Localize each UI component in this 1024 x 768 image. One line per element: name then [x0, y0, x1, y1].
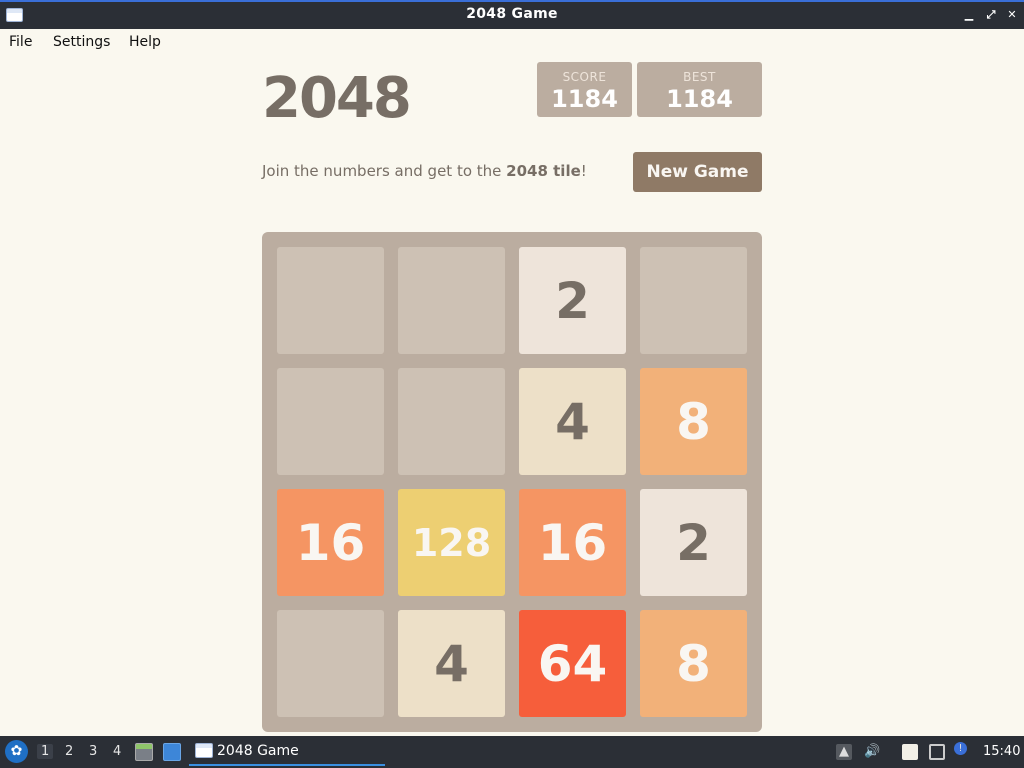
menu-bar: File Settings Help [0, 29, 1024, 57]
tile: 16 [277, 489, 384, 596]
maximize-icon[interactable]: ⤢ [984, 8, 998, 22]
start-menu-icon[interactable]: ✿ [5, 740, 28, 763]
intro-goal: 2048 tile [506, 162, 581, 180]
tile: 2 [640, 489, 747, 596]
tile: 8 [640, 368, 747, 475]
desktop-icon[interactable] [163, 743, 181, 761]
tile: 4 [398, 610, 505, 717]
workspace-1[interactable]: 1 [37, 744, 54, 759]
game-title: 2048 [262, 66, 412, 131]
score-label: SCORE [562, 70, 607, 84]
empty-cell [398, 247, 505, 354]
network-icon[interactable] [929, 744, 945, 760]
minimize-icon[interactable]: ▁ [962, 8, 976, 22]
tile: 64 [519, 610, 626, 717]
update-notification-icon[interactable]: ! [954, 742, 967, 755]
empty-cell [277, 610, 384, 717]
score-box: SCORE 1184 [537, 62, 632, 117]
empty-cell [277, 368, 384, 475]
tile: 16 [519, 489, 626, 596]
close-icon[interactable]: ✕ [1005, 8, 1019, 22]
best-box: BEST 1184 [637, 62, 762, 117]
volume-icon[interactable]: 🔊 [864, 744, 880, 760]
best-value: 1184 [666, 85, 733, 113]
taskbar-window-2048[interactable]: 2048 Game [189, 738, 385, 766]
empty-cell [398, 368, 505, 475]
menu-file[interactable]: File [9, 34, 32, 50]
new-game-button[interactable]: New Game [633, 152, 762, 192]
workspace-3[interactable]: 3 [89, 744, 97, 759]
clipboard-icon[interactable] [902, 744, 918, 760]
empty-cell [277, 247, 384, 354]
tile: 128 [398, 489, 505, 596]
empty-cell [640, 247, 747, 354]
best-label: BEST [683, 70, 716, 84]
task-title: 2048 Game [217, 743, 299, 759]
taskbar: ✿ 1 2 3 4 2048 Game ▲ 🔊 ! 15:40 [0, 736, 1024, 768]
file-manager-icon[interactable] [135, 743, 153, 761]
clock: 15:40 [983, 744, 1021, 759]
workspace-4[interactable]: 4 [113, 744, 121, 759]
up-arrow-icon[interactable]: ▲ [836, 744, 852, 760]
tile: 2 [519, 247, 626, 354]
menu-help[interactable]: Help [129, 34, 161, 50]
menu-settings[interactable]: Settings [53, 34, 110, 50]
tile: 8 [640, 610, 747, 717]
workspace-2[interactable]: 2 [65, 744, 73, 759]
window-title: 2048 Game [466, 6, 558, 22]
intro-text: Join the numbers and get to the 2048 til… [262, 162, 587, 180]
game-board[interactable]: 2 4 8 16 128 16 2 4 64 8 [262, 232, 762, 732]
window-titlebar: 2048 Game ▁ ⤢ ✕ [0, 0, 1024, 29]
tile: 4 [519, 368, 626, 475]
score-value: 1184 [551, 85, 618, 113]
window-icon [195, 743, 213, 758]
